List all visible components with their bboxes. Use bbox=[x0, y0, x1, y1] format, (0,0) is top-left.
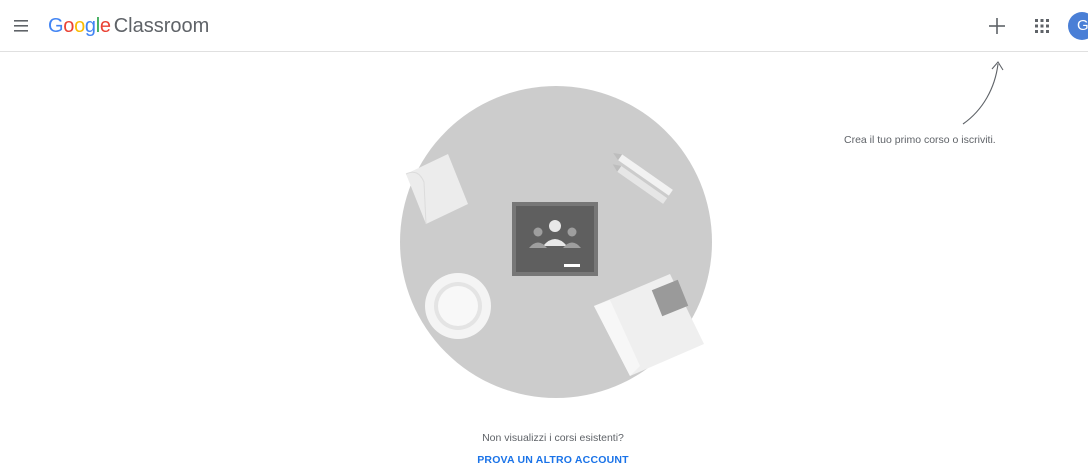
plus-icon[interactable] bbox=[984, 13, 1010, 39]
hamburger-menu-icon[interactable] bbox=[12, 16, 32, 36]
google-wordmark: Google bbox=[48, 15, 111, 37]
apps-grid-icon[interactable] bbox=[1030, 14, 1054, 38]
create-course-hint: Crea il tuo primo corso o iscriviti. bbox=[844, 134, 996, 146]
google-classroom-logo[interactable]: Google Classroom bbox=[48, 14, 209, 38]
try-another-account-link[interactable]: PROVA UN ALTRO ACCOUNT bbox=[0, 454, 1088, 466]
no-courses-message: Non visualizzi i corsi esistenti? bbox=[482, 432, 624, 444]
account-avatar[interactable]: G bbox=[1068, 12, 1088, 40]
hint-arrow-icon bbox=[955, 52, 1015, 132]
coffee-cup-icon bbox=[425, 273, 491, 339]
chalkboard-icon bbox=[512, 202, 598, 276]
product-name: Classroom bbox=[113, 15, 210, 37]
empty-classroom-illustration bbox=[398, 84, 714, 400]
top-app-bar: Google Classroom G bbox=[0, 0, 1088, 52]
